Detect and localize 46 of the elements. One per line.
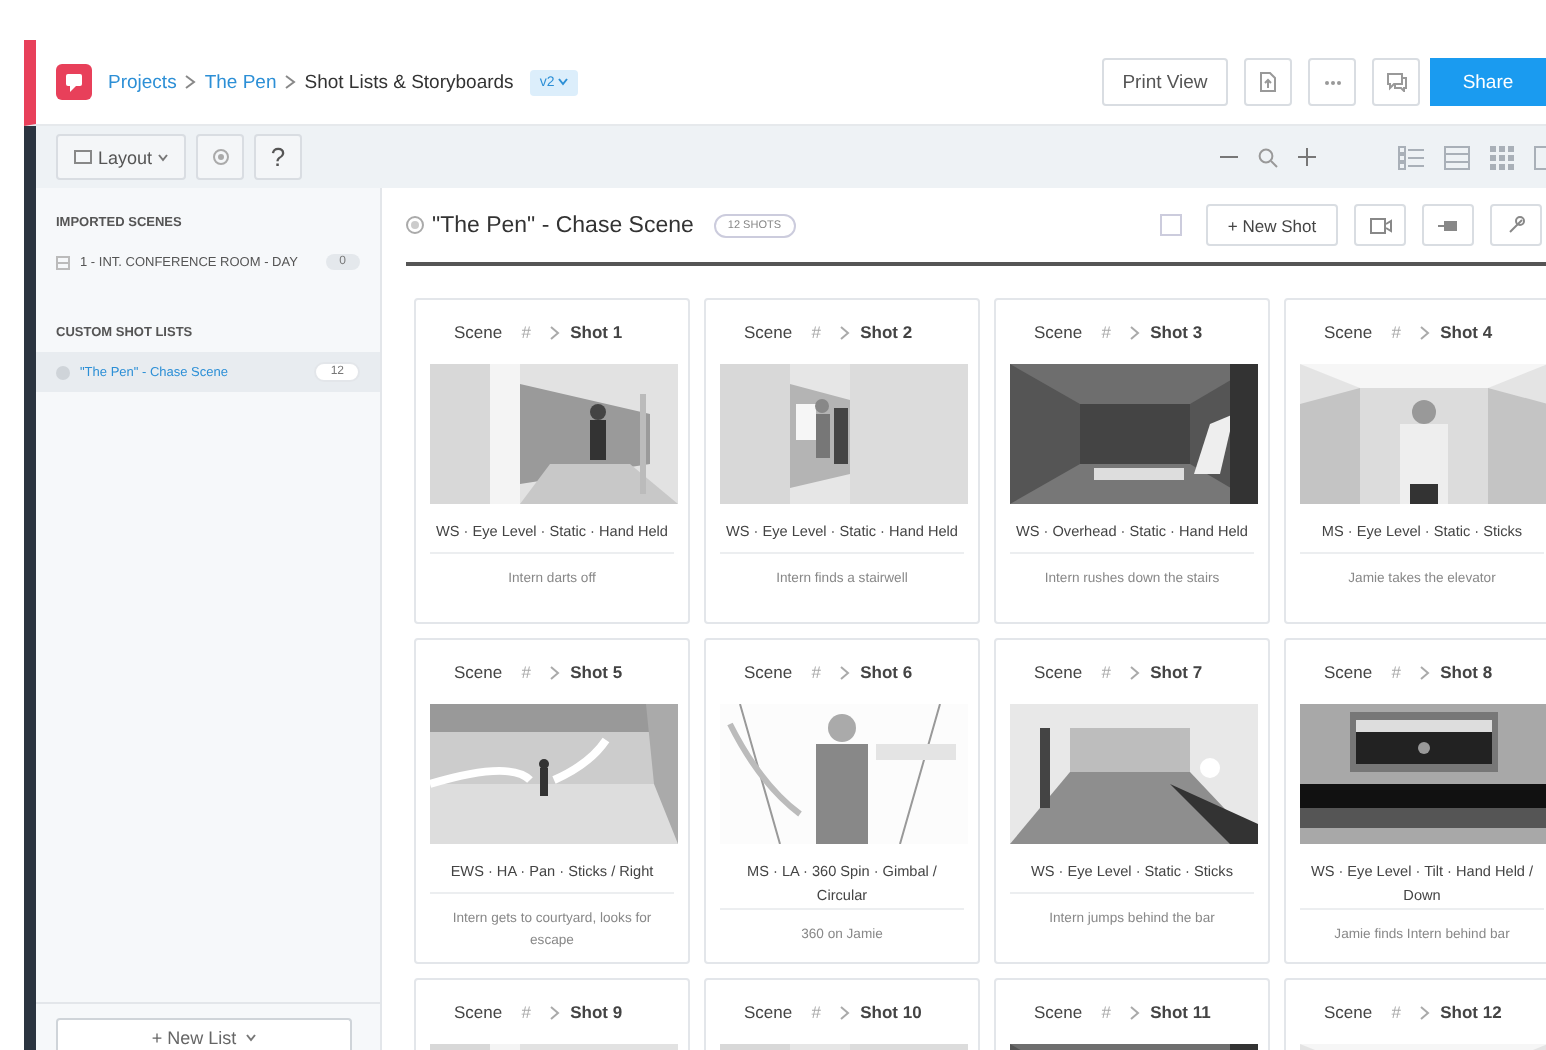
share-button[interactable]: Share [1430, 58, 1546, 106]
new-shot-button[interactable]: + New Shot [1206, 204, 1338, 246]
scene-label: Scene [1324, 1002, 1373, 1022]
scene-label: Scene [454, 662, 503, 682]
scene-label: Scene [744, 322, 793, 342]
scene-label: Scene [744, 1002, 793, 1022]
help-button[interactable]: ? [254, 134, 302, 180]
scene-number-field[interactable]: # [1382, 1002, 1411, 1022]
scene-number-field[interactable]: # [1382, 662, 1411, 682]
shot-label: Shot 6 [860, 662, 913, 682]
scene-number-field[interactable]: # [1092, 322, 1121, 342]
scene-label: Scene [1324, 322, 1373, 342]
shot-label: Shot 12 [1440, 1002, 1502, 1022]
scene-label: Scene [454, 322, 503, 342]
layout-dropdown[interactable]: Layout [56, 134, 186, 180]
scene-number-field[interactable]: # [1382, 322, 1411, 342]
scene-label: Scene [1034, 662, 1083, 682]
scene-number-field[interactable]: # [512, 322, 541, 342]
scene-label: Scene [1034, 322, 1083, 342]
scene-number-field[interactable]: # [512, 662, 541, 682]
print-view-button[interactable]: Print View [1102, 58, 1228, 106]
shot-label: Shot 3 [1150, 322, 1203, 342]
scene-number-field[interactable]: # [802, 662, 831, 682]
scene-number-field[interactable]: # [1092, 662, 1121, 682]
scene-number-field[interactable]: # [512, 1002, 541, 1022]
scene-label: Scene [744, 662, 793, 682]
shot-label: Shot 5 [570, 662, 623, 682]
shot-label: Shot 9 [570, 1002, 623, 1022]
shot-label: Shot 10 [860, 1002, 922, 1022]
shot-label: Shot 11 [1150, 1002, 1211, 1022]
breadcrumb-current: Shot Lists & Storyboards [304, 71, 514, 93]
breadcrumb-link[interactable]: Projects [108, 71, 177, 93]
shot-label: Shot 8 [1440, 662, 1493, 682]
scene-number-field[interactable]: # [802, 1002, 831, 1022]
shot-label: Shot 7 [1150, 662, 1203, 682]
shot-label: Shot 4 [1440, 322, 1493, 342]
scene-label: Scene [1324, 662, 1373, 682]
new-list-button[interactable]: + New List [56, 1018, 352, 1050]
shot-label: Shot 1 [570, 322, 623, 342]
shot-list-title: "The Pen" - Chase Scene [432, 213, 694, 237]
scene-label: Scene [454, 1002, 503, 1022]
breadcrumb-link[interactable]: The Pen [204, 71, 277, 93]
shot-label: Shot 2 [860, 322, 913, 342]
scene-label: Scene [1034, 1002, 1083, 1022]
scene-number-field[interactable]: # [1092, 1002, 1121, 1022]
scene-number-field[interactable]: # [802, 322, 831, 342]
